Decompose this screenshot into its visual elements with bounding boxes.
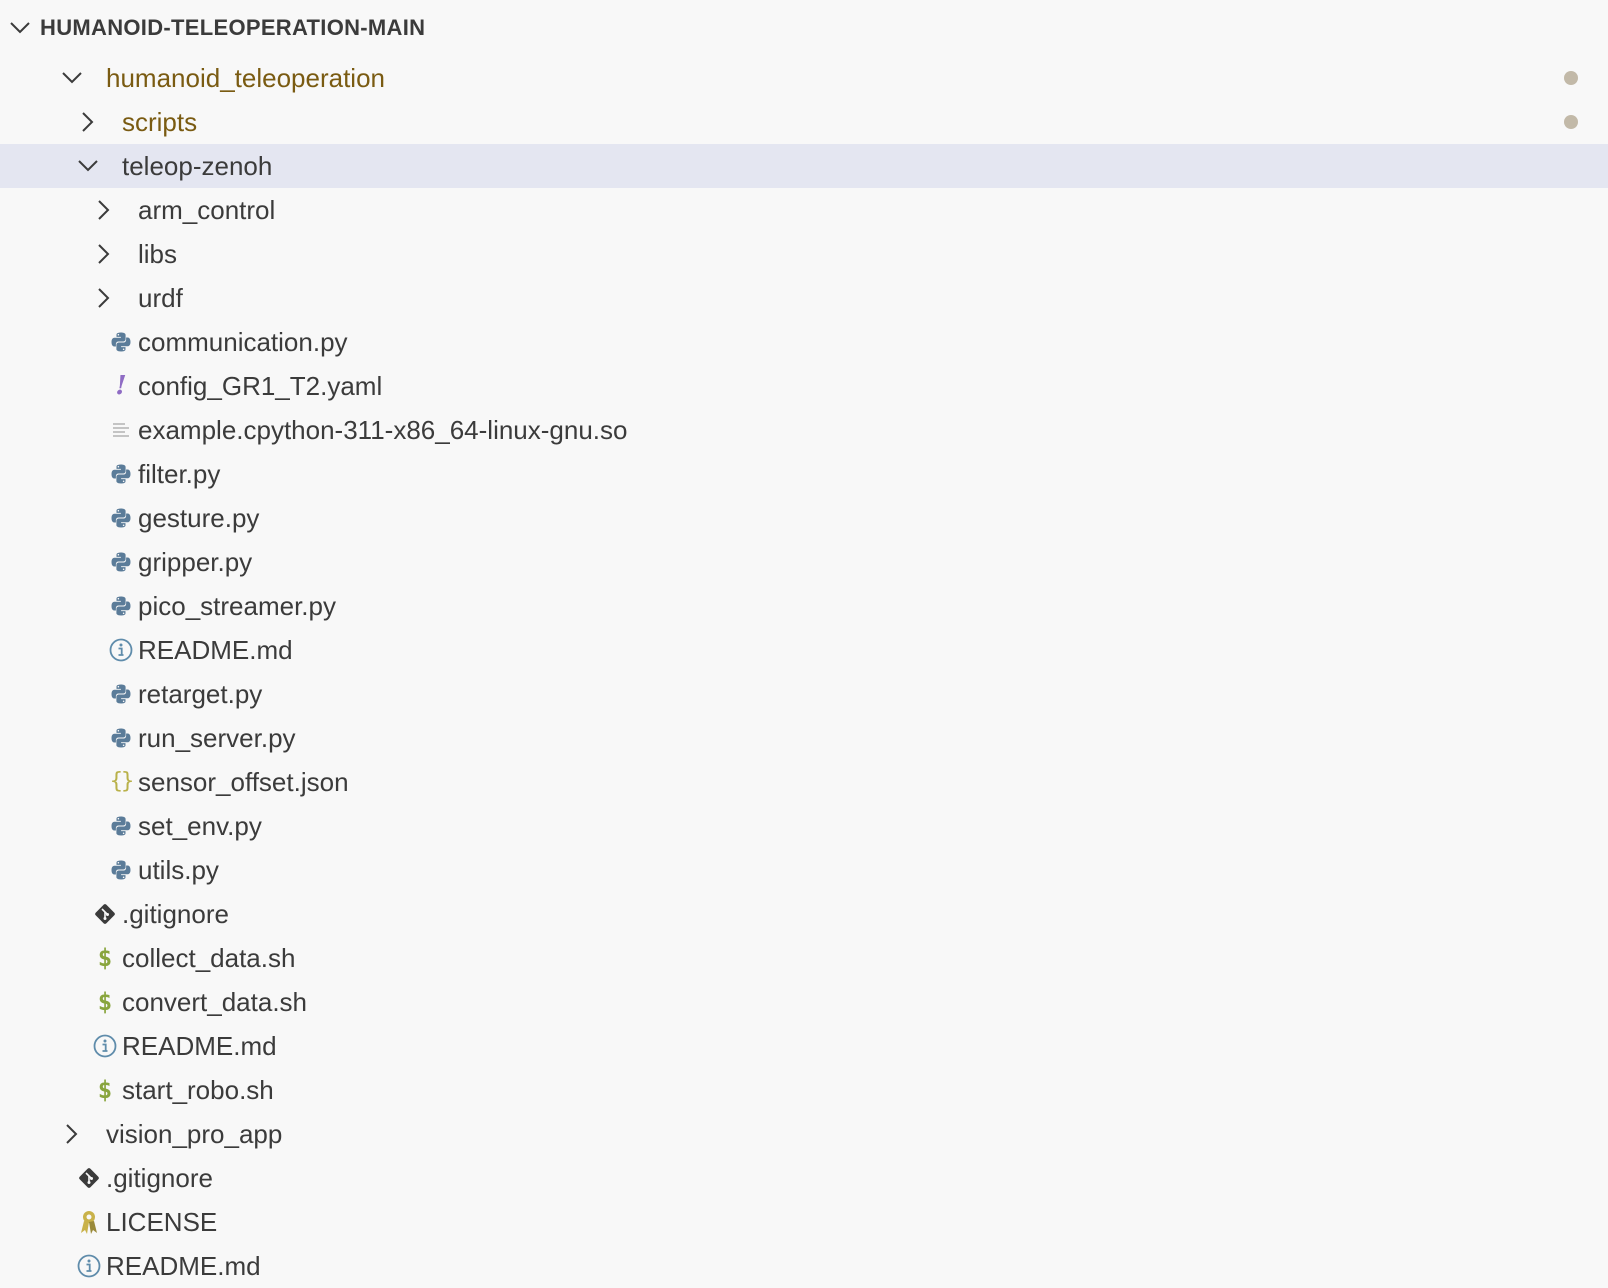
tree-item-label: sensor_offset.json [138, 767, 349, 797]
file-explorer: HUMANOID-TELEOPERATION-MAIN humanoid_tel… [0, 0, 1608, 1288]
file-row[interactable]: .gitignore [0, 1156, 1608, 1200]
tree-item-label: start_robo.sh [122, 1075, 274, 1105]
file-row[interactable]: set_env.py [0, 804, 1608, 848]
folder-row[interactable]: scripts [0, 100, 1608, 144]
chevron-down-icon[interactable] [76, 144, 100, 188]
file-row[interactable]: {} sensor_offset.json [0, 760, 1608, 804]
folder-row[interactable]: humanoid_teleoperation [0, 56, 1608, 100]
file-row[interactable]: README.md [0, 1024, 1608, 1068]
tree-item-label: convert_data.sh [122, 987, 308, 1017]
file-row[interactable]: README.md [0, 1244, 1608, 1288]
yaml-icon: ! [115, 371, 127, 401]
python-icon [108, 452, 134, 496]
shell-dollar-icon: $ [97, 944, 113, 972]
chevron-right-icon[interactable] [92, 188, 116, 232]
file-row[interactable]: LICENSE [0, 1200, 1608, 1244]
folder-row[interactable]: vision_pro_app [0, 1112, 1608, 1156]
tree-item-label: README.md [122, 1031, 277, 1061]
git-icon [76, 1156, 102, 1200]
file-row[interactable]: README.md [0, 628, 1608, 672]
file-row[interactable]: example.cpython-311-x86_64-linux-gnu.so [0, 408, 1608, 452]
chevron-right-icon[interactable] [60, 1112, 84, 1156]
file-row[interactable]: $ collect_data.sh [0, 936, 1608, 980]
tree-item-label: scripts [122, 107, 198, 137]
file-lines-icon [108, 408, 134, 452]
tree-item-label: README.md [106, 1251, 261, 1281]
folder-row[interactable]: arm_control [0, 188, 1608, 232]
tree-item-label: .gitignore [122, 899, 229, 929]
tree-item-label: collect_data.sh [122, 943, 296, 973]
python-icon [108, 320, 134, 364]
folder-row[interactable]: urdf [0, 276, 1608, 320]
git-icon [92, 892, 118, 936]
tree-item-label: utils.py [138, 855, 219, 885]
file-row[interactable]: gesture.py [0, 496, 1608, 540]
info-icon [108, 628, 134, 672]
python-icon [108, 540, 134, 584]
tree-item-label: teleop-zenoh [122, 151, 273, 181]
tree-item-label: communication.py [138, 327, 348, 357]
tree-item-label: config_GR1_T2.yaml [138, 371, 383, 401]
tree-item-label: vision_pro_app [106, 1119, 283, 1149]
python-icon [108, 804, 134, 848]
folder-row[interactable]: libs [0, 232, 1608, 276]
tree-item-label: urdf [138, 283, 183, 313]
explorer-root-header[interactable]: HUMANOID-TELEOPERATION-MAIN [0, 0, 1608, 56]
tree-item-label: libs [138, 239, 178, 269]
tree-item-label: filter.py [138, 459, 221, 489]
folder-row[interactable]: teleop-zenoh [0, 144, 1608, 188]
tree-item-label: LICENSE [106, 1207, 218, 1237]
shell-dollar-icon: $ [97, 988, 113, 1016]
file-row[interactable]: pico_streamer.py [0, 584, 1608, 628]
chevron-down-icon[interactable] [60, 56, 84, 100]
python-icon [108, 496, 134, 540]
info-icon [92, 1024, 118, 1068]
tree-item-label: .gitignore [106, 1163, 213, 1193]
python-icon [108, 584, 134, 628]
file-row[interactable]: $ convert_data.sh [0, 980, 1608, 1024]
file-row[interactable]: utils.py [0, 848, 1608, 892]
chevron-right-icon[interactable] [92, 276, 116, 320]
file-row[interactable]: retarget.py [0, 672, 1608, 716]
chevron-right-icon[interactable] [92, 232, 116, 276]
explorer-root-label: HUMANOID-TELEOPERATION-MAIN [40, 15, 426, 40]
file-tree: humanoid_teleoperationscripts teleop-zeno… [0, 56, 1608, 1288]
info-icon [76, 1244, 102, 1288]
modified-indicator-dot [1564, 115, 1578, 129]
file-row[interactable]: run_server.py [0, 716, 1608, 760]
python-icon [108, 716, 134, 760]
file-row[interactable]: $ start_robo.sh [0, 1068, 1608, 1112]
modified-indicator-dot [1564, 71, 1578, 85]
tree-item-label: pico_streamer.py [138, 591, 336, 621]
chevron-down-icon[interactable] [8, 0, 32, 56]
file-row[interactable]: gripper.py [0, 540, 1608, 584]
tree-item-label: gesture.py [138, 503, 260, 533]
license-icon [76, 1200, 102, 1244]
file-row[interactable]: filter.py [0, 452, 1608, 496]
file-row[interactable]: communication.py [0, 320, 1608, 364]
tree-item-label: README.md [138, 635, 293, 665]
tree-item-label: gripper.py [138, 547, 253, 577]
shell-dollar-icon: $ [97, 1076, 113, 1104]
python-icon [108, 848, 134, 892]
tree-item-label: retarget.py [138, 679, 263, 709]
file-row[interactable]: .gitignore [0, 892, 1608, 936]
json-braces-icon: {} [109, 769, 134, 794]
tree-item-label: set_env.py [138, 811, 262, 841]
tree-item-label: humanoid_teleoperation [106, 63, 385, 93]
tree-item-label: run_server.py [138, 723, 296, 753]
chevron-right-icon[interactable] [76, 100, 100, 144]
tree-item-label: example.cpython-311-x86_64-linux-gnu.so [138, 415, 628, 445]
python-icon [108, 672, 134, 716]
tree-item-label: arm_control [138, 195, 276, 225]
file-row[interactable]: ! config_GR1_T2.yaml [0, 364, 1608, 408]
